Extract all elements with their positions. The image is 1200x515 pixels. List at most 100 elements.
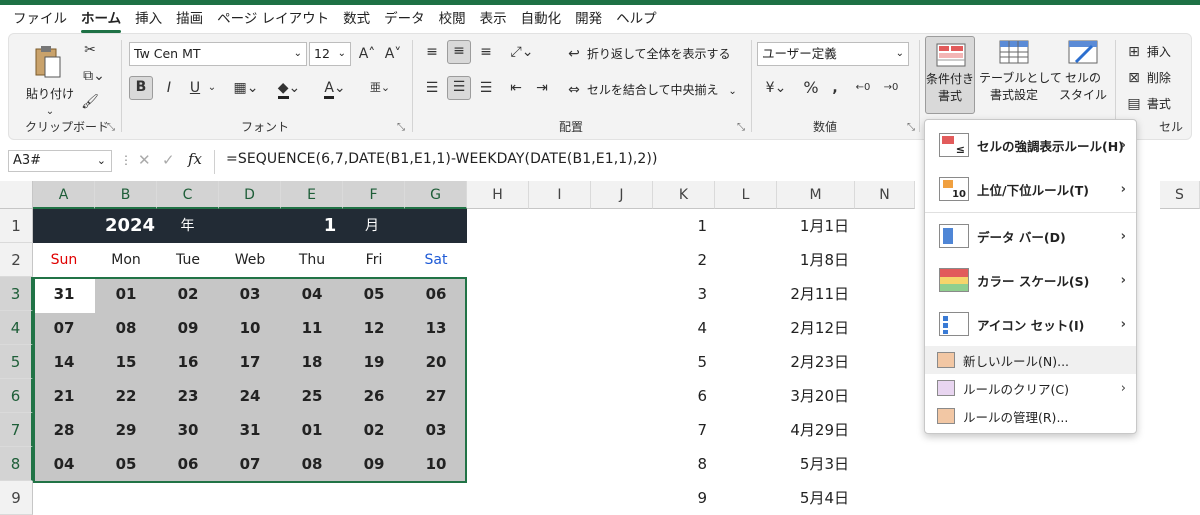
column-header[interactable]: A <box>33 181 95 209</box>
align-top-icon[interactable]: ≡ <box>421 42 443 62</box>
column-header[interactable]: D <box>219 181 281 209</box>
phonetic-icon[interactable]: 亜⌄ <box>361 78 399 98</box>
align-center-icon[interactable]: ☰ <box>447 76 471 100</box>
tab-view[interactable]: 表示 <box>473 5 514 33</box>
cut-icon[interactable]: ✂ <box>79 40 101 60</box>
row-header[interactable]: 3 <box>0 277 33 311</box>
weekday-cell[interactable]: Fri <box>343 243 405 277</box>
holiday-date-cell[interactable]: 4月29日 <box>777 413 855 447</box>
merge-center-button[interactable]: ⇔ セルを結合して中央揃え ⌄ <box>565 80 737 100</box>
alignment-launcher-icon[interactable]: ⤡ <box>737 122 745 133</box>
delete-cells-button[interactable]: ⊠ 削除 <box>1125 68 1171 88</box>
calendar-day-cell[interactable]: 19 <box>343 345 405 379</box>
tab-draw[interactable]: 描画 <box>169 5 210 33</box>
calendar-year[interactable]: 2024 <box>95 209 165 243</box>
format-cells-button[interactable]: ▤ 書式 <box>1125 94 1170 114</box>
row-header[interactable]: 8 <box>0 447 33 481</box>
insert-cells-button[interactable]: ⊞ 挿入 <box>1125 42 1171 62</box>
calendar-day-cell[interactable]: 04 <box>281 277 343 311</box>
fill-color-icon[interactable]: ◆⌄ <box>271 78 307 99</box>
cell-styles-button[interactable]: セルの スタイル <box>1053 40 1113 112</box>
borders-icon[interactable]: ▦⌄ <box>229 78 263 98</box>
format-as-table-button[interactable]: テーブルとして 書式設定 <box>979 40 1062 112</box>
number-format-select[interactable]: ユーザー定義 ⌄ <box>757 42 909 66</box>
enter-icon[interactable]: ✓ <box>162 151 175 169</box>
calendar-day-cell[interactable]: 21 <box>33 379 95 413</box>
holiday-number-cell[interactable]: 3 <box>653 277 715 311</box>
calendar-day-cell[interactable]: 02 <box>157 277 219 311</box>
italic-button[interactable]: I <box>159 78 179 98</box>
font-color-icon[interactable]: A⌄ <box>317 78 353 99</box>
row-header[interactable]: 1 <box>0 209 33 243</box>
calendar-day-cell[interactable]: 15 <box>95 345 157 379</box>
percent-button[interactable]: % <box>801 78 821 98</box>
column-header[interactable]: S <box>1160 181 1200 209</box>
calendar-day-cell[interactable]: 31 <box>33 277 95 311</box>
column-header[interactable]: F <box>343 181 405 209</box>
menu-item-new-rule[interactable]: 新しいルール(N)... <box>925 346 1136 374</box>
decrease-indent-icon[interactable]: ⇤ <box>505 78 527 98</box>
menu-item-color-scales[interactable]: カラー スケール(S) › <box>925 258 1136 302</box>
holiday-date-cell[interactable]: 3月20日 <box>777 379 855 413</box>
row-header[interactable]: 2 <box>0 243 33 277</box>
calendar-day-cell[interactable]: 05 <box>343 277 405 311</box>
weekday-cell[interactable]: Thu <box>281 243 343 277</box>
tab-developer[interactable]: 開発 <box>568 5 609 33</box>
column-header[interactable]: K <box>653 181 715 209</box>
holiday-date-cell[interactable]: 2月11日 <box>777 277 855 311</box>
calendar-day-cell[interactable]: 04 <box>33 447 95 481</box>
column-header[interactable]: N <box>855 181 915 209</box>
cancel-icon[interactable]: ✕ <box>138 151 151 169</box>
clipboard-launcher-icon[interactable]: ⤡ <box>107 122 115 133</box>
holiday-number-cell[interactable]: 5 <box>653 345 715 379</box>
row-header[interactable]: 5 <box>0 345 33 379</box>
calendar-day-cell[interactable]: 13 <box>405 311 467 345</box>
conditional-formatting-button[interactable]: 条件付き 書式 <box>925 36 975 114</box>
calendar-day-cell[interactable]: 27 <box>405 379 467 413</box>
calendar-day-cell[interactable]: 07 <box>219 447 281 481</box>
holiday-number-cell[interactable]: 8 <box>653 447 715 481</box>
increase-font-size-icon[interactable]: A˄ <box>357 44 377 64</box>
calendar-day-cell[interactable]: 05 <box>95 447 157 481</box>
name-box[interactable]: A3# ⌄ <box>8 150 112 172</box>
calendar-day-cell[interactable]: 18 <box>281 345 343 379</box>
calendar-day-cell[interactable]: 22 <box>95 379 157 413</box>
weekday-cell[interactable]: Sun <box>33 243 95 277</box>
row-header[interactable]: 7 <box>0 413 33 447</box>
font-size-select[interactable]: 12 ⌄ <box>309 42 351 66</box>
increase-decimal-icon[interactable]: ←0 <box>851 78 875 98</box>
holiday-date-cell[interactable]: 1月8日 <box>777 243 855 277</box>
holiday-number-cell[interactable]: 6 <box>653 379 715 413</box>
calendar-day-cell[interactable]: 14 <box>33 345 95 379</box>
column-header[interactable]: I <box>529 181 591 209</box>
tab-home[interactable]: ホーム <box>74 5 128 33</box>
column-header[interactable]: L <box>715 181 777 209</box>
weekday-cell[interactable]: Mon <box>95 243 157 277</box>
calendar-day-cell[interactable]: 03 <box>405 413 467 447</box>
calendar-day-cell[interactable]: 08 <box>95 311 157 345</box>
tab-automate[interactable]: 自動化 <box>514 5 569 33</box>
column-header[interactable]: B <box>95 181 157 209</box>
calendar-month[interactable]: 1 <box>310 209 350 243</box>
menu-item-top-bottom-rules[interactable]: 10 上位/下位ルール(T) › <box>925 167 1136 211</box>
row-header[interactable]: 4 <box>0 311 33 345</box>
wrap-text-button[interactable]: ↩ 折り返して全体を表示する <box>565 44 730 64</box>
calendar-day-cell[interactable]: 31 <box>219 413 281 447</box>
menu-item-highlight-rules[interactable]: ≤ セルの強調表示ルール(H) › <box>925 123 1136 167</box>
tab-formulas[interactable]: 数式 <box>336 5 377 33</box>
holiday-number-cell[interactable]: 7 <box>653 413 715 447</box>
calendar-day-cell[interactable]: 07 <box>33 311 95 345</box>
chevron-down-icon[interactable]: ⌄ <box>205 78 219 98</box>
column-header[interactable]: G <box>405 181 467 209</box>
calendar-day-cell[interactable]: 09 <box>157 311 219 345</box>
tab-data[interactable]: データ <box>377 5 432 33</box>
holiday-date-cell[interactable]: 2月12日 <box>777 311 855 345</box>
underline-button[interactable]: U <box>185 78 205 98</box>
column-header[interactable]: C <box>157 181 219 209</box>
decrease-decimal-icon[interactable]: →0 <box>879 78 903 98</box>
holiday-date-cell[interactable]: 5月4日 <box>777 481 855 515</box>
calendar-day-cell[interactable]: 11 <box>281 311 343 345</box>
holiday-number-cell[interactable]: 1 <box>653 209 715 243</box>
tab-insert[interactable]: 挿入 <box>128 5 169 33</box>
calendar-day-cell[interactable]: 28 <box>33 413 95 447</box>
